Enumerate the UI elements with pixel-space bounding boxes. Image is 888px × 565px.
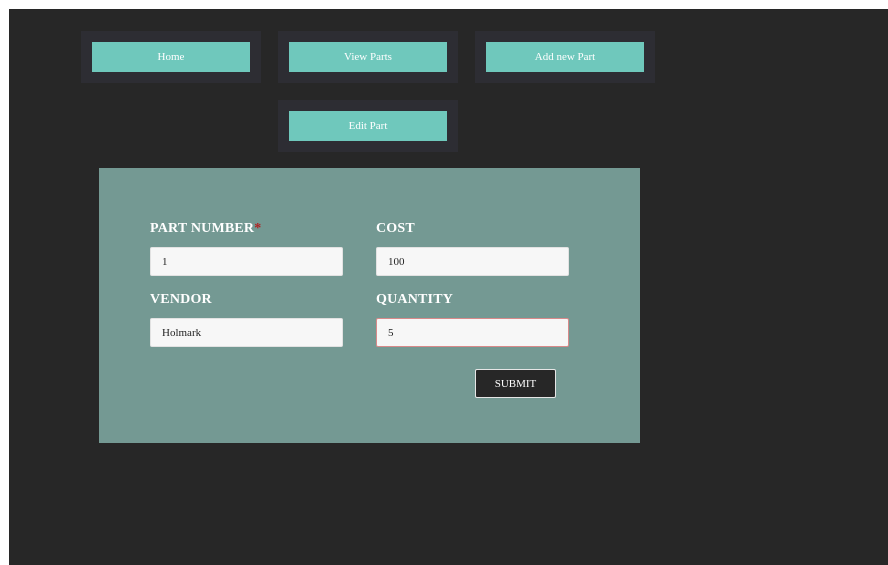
- vendor-input[interactable]: [150, 318, 343, 347]
- home-button[interactable]: Home: [92, 42, 250, 72]
- view-parts-button[interactable]: View Parts: [289, 42, 447, 72]
- cost-label: COST: [376, 221, 415, 236]
- required-asterisk: *: [254, 221, 262, 236]
- add-new-part-button[interactable]: Add new Part: [486, 42, 644, 72]
- quantity-input[interactable]: [376, 318, 569, 347]
- part-number-label: PART NUMBER*: [150, 221, 261, 237]
- app-background: Home View Parts Add new Part Edit Part P…: [9, 9, 888, 565]
- vendor-label: VENDOR: [150, 292, 212, 307]
- part-number-label-text: PART NUMBER: [150, 221, 255, 236]
- edit-part-button[interactable]: Edit Part: [289, 111, 447, 141]
- nav-tile-view-parts: View Parts: [278, 31, 458, 83]
- cost-input[interactable]: [376, 247, 569, 276]
- edit-part-form: PART NUMBER* COST VENDOR QUANTITY SUBMIT: [99, 168, 640, 443]
- nav-tile-home: Home: [81, 31, 261, 83]
- nav-tile-edit-part: Edit Part: [278, 100, 458, 152]
- part-number-input[interactable]: [150, 247, 343, 276]
- nav-tile-add-part: Add new Part: [475, 31, 655, 83]
- submit-button[interactable]: SUBMIT: [475, 369, 556, 398]
- quantity-label: QUANTITY: [376, 292, 454, 307]
